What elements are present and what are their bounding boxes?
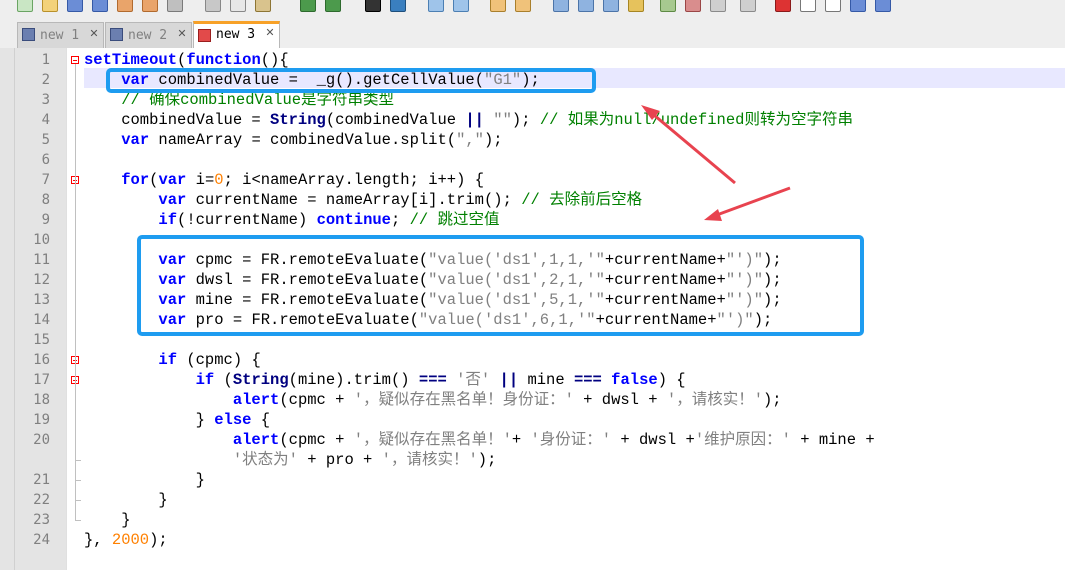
- close-icon[interactable]: ✕: [176, 28, 188, 40]
- function-list-icon[interactable]: [685, 0, 701, 12]
- tab-label: new 2: [128, 28, 168, 43]
- tab-new-3[interactable]: new 3 ✕: [193, 21, 280, 48]
- close-all-icon[interactable]: [142, 0, 158, 12]
- file-modified-icon: [22, 28, 35, 41]
- language-icon[interactable]: [628, 0, 644, 12]
- arrow-to-line-2: [641, 105, 736, 185]
- stop-macro-icon[interactable]: [800, 0, 816, 12]
- undo-icon[interactable]: [300, 0, 316, 12]
- record-macro-icon[interactable]: [775, 0, 791, 12]
- show-all-chars-icon[interactable]: [578, 0, 594, 12]
- tab-label: new 3: [216, 27, 256, 42]
- save-macro-icon[interactable]: [875, 0, 891, 12]
- cut-icon[interactable]: [205, 0, 221, 12]
- find-icon[interactable]: [365, 0, 381, 12]
- replace-icon[interactable]: [390, 0, 406, 12]
- redo-icon[interactable]: [325, 0, 341, 12]
- folder-workspace-icon[interactable]: [710, 0, 726, 12]
- print-icon[interactable]: [167, 0, 183, 12]
- save-icon[interactable]: [67, 0, 83, 12]
- close-file-icon[interactable]: [117, 0, 133, 12]
- doc-map-icon[interactable]: [660, 0, 676, 12]
- file-unsaved-icon: [198, 29, 211, 42]
- toolbar: [0, 0, 1065, 12]
- indent-guide-icon[interactable]: [603, 0, 619, 12]
- file-modified-icon: [110, 28, 123, 41]
- save-all-icon[interactable]: [92, 0, 108, 12]
- zoom-out-icon[interactable]: [453, 0, 469, 12]
- paste-icon[interactable]: [255, 0, 271, 12]
- arrow-to-continue: [704, 186, 791, 221]
- tab-new-1[interactable]: new 1 ✕: [17, 22, 104, 48]
- tab-new-2[interactable]: new 2 ✕: [105, 22, 192, 48]
- word-wrap-icon[interactable]: [553, 0, 569, 12]
- zoom-in-icon[interactable]: [428, 0, 444, 12]
- sync-vertical-icon[interactable]: [490, 0, 506, 12]
- run-macro-multiple-icon[interactable]: [850, 0, 866, 12]
- close-icon[interactable]: ✕: [264, 27, 276, 39]
- new-file-icon[interactable]: [17, 0, 33, 12]
- copy-icon[interactable]: [230, 0, 246, 12]
- sync-horizontal-icon[interactable]: [515, 0, 531, 12]
- tab-bar: new 1 ✕ new 2 ✕ new 3 ✕: [0, 12, 1065, 49]
- open-file-icon[interactable]: [42, 0, 58, 12]
- annotation-arrows: [641, 105, 791, 221]
- tab-label: new 1: [40, 28, 80, 43]
- monitor-icon[interactable]: [740, 0, 756, 12]
- close-icon[interactable]: ✕: [88, 28, 100, 40]
- play-macro-icon[interactable]: [825, 0, 841, 12]
- code-editor[interactable]: 1 2 3 4 5 6 7 8 9 10 11 12 13 14 15 16 17 18 19 20 21 22 23 24 …: [0, 48, 1065, 570]
